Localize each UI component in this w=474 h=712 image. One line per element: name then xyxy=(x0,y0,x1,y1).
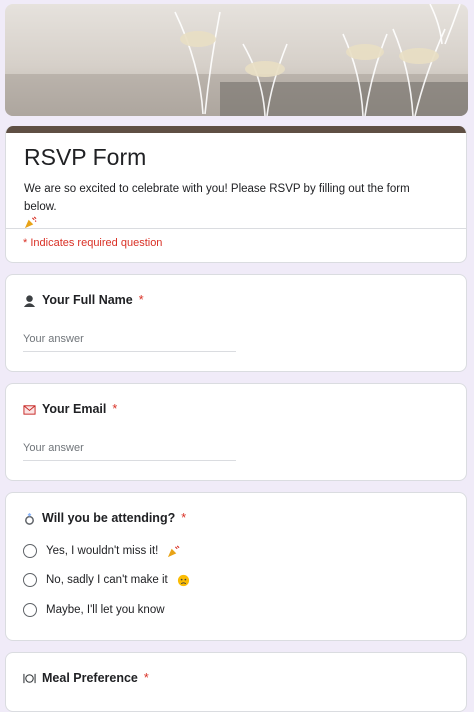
form-description: We are so excited to celebrate with you!… xyxy=(24,180,444,235)
radio-option-maybe[interactable]: Maybe, I'll let you know xyxy=(23,603,165,617)
email-input[interactable]: Your answer xyxy=(23,442,236,461)
form-title: RSVP Form xyxy=(24,144,147,170)
sad-face-icon xyxy=(177,574,189,586)
question-label: Your Email xyxy=(42,402,107,416)
radio-button[interactable] xyxy=(23,573,37,587)
radio-button[interactable] xyxy=(23,603,37,617)
form-description-text: We are so excited to celebrate with you!… xyxy=(24,183,410,213)
full-name-input[interactable]: Your answer xyxy=(23,333,236,352)
option-label: Maybe, I'll let you know xyxy=(46,604,165,616)
question-card-meal-preference: Meal Preference * xyxy=(5,652,467,712)
radio-option-yes[interactable]: Yes, I wouldn't miss it! xyxy=(23,544,180,558)
required-asterisk: * xyxy=(112,402,118,416)
question-title: Your Email * xyxy=(23,402,117,416)
question-label: Your Full Name xyxy=(42,293,133,307)
required-indicator-note: * Indicates required question xyxy=(23,237,163,249)
envelope-icon xyxy=(23,404,36,415)
question-card-full-name: Your Full Name * Your answer xyxy=(5,274,467,372)
person-silhouette-icon xyxy=(23,294,36,307)
option-label: No, sadly I can't make it xyxy=(46,574,168,586)
question-title: Meal Preference * xyxy=(23,671,149,685)
fork-knife-plate-icon xyxy=(23,673,36,683)
header-banner-image xyxy=(5,4,468,116)
form-header-card: RSVP Form We are so excited to celebrate… xyxy=(5,126,467,263)
ring-icon xyxy=(25,512,34,525)
required-asterisk: * xyxy=(143,671,149,685)
question-label: Meal Preference xyxy=(42,671,138,685)
theme-color-bar xyxy=(6,126,466,133)
question-label: Will you be attending? xyxy=(42,511,176,525)
divider xyxy=(6,228,466,229)
required-asterisk: * xyxy=(181,511,187,525)
radio-option-no[interactable]: No, sadly I can't make it xyxy=(23,573,190,587)
radio-button[interactable] xyxy=(23,544,37,558)
option-label: Yes, I wouldn't miss it! xyxy=(46,545,159,557)
question-title: Your Full Name * xyxy=(23,293,144,307)
question-card-email: Your Email * Your answer xyxy=(5,383,467,481)
question-title: Will you be attending? * xyxy=(23,511,186,525)
question-card-attending: Will you be attending? * Yes, I wouldn't… xyxy=(5,492,467,641)
required-asterisk: * xyxy=(138,293,144,307)
party-popper-icon xyxy=(168,545,180,557)
